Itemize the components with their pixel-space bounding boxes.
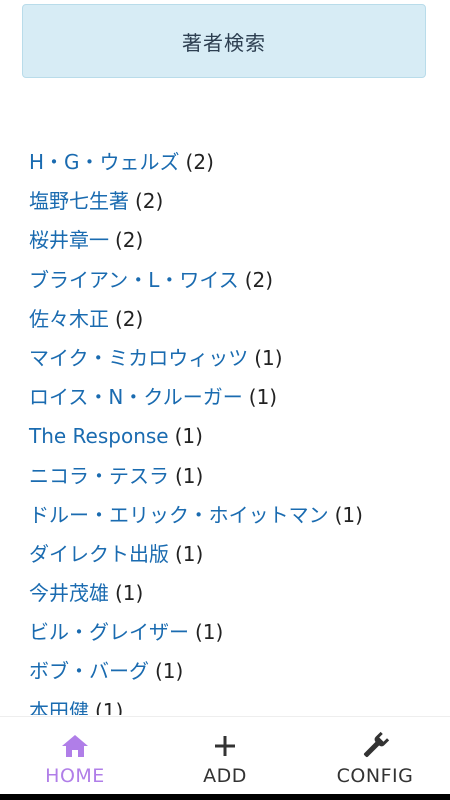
author-name-link[interactable]: ニコラ・テスラ bbox=[29, 464, 169, 488]
author-search-button[interactable]: 著者検索 bbox=[22, 4, 426, 78]
author-list-item[interactable]: 本田健 (1) bbox=[0, 692, 450, 715]
author-book-count: (1) bbox=[174, 424, 203, 449]
author-list-item[interactable]: ブライアン・L・ワイス (2) bbox=[0, 261, 450, 300]
author-search-label: 著者検索 bbox=[182, 30, 266, 55]
author-list-item[interactable]: 塩野七生著 (2) bbox=[0, 182, 450, 221]
author-list-item[interactable]: マイク・ミカロウィッツ (1) bbox=[0, 339, 450, 378]
author-list[interactable]: H・G・ウェルズ (2) 塩野七生著 (2) 桜井章一 (2) ブライアン・L・ワイス… bbox=[0, 143, 450, 715]
author-name-link[interactable]: 佐々木正 bbox=[29, 307, 109, 331]
author-name-link[interactable]: ビル・グレイザー bbox=[29, 620, 189, 644]
author-list-item[interactable]: ビル・グレイザー (1) bbox=[0, 613, 450, 652]
tab-config-label: CONFIG bbox=[336, 765, 414, 787]
author-name-link[interactable]: 本田健 bbox=[29, 699, 89, 715]
author-book-count: (1) bbox=[254, 345, 283, 370]
author-book-count: (1) bbox=[95, 698, 124, 715]
system-bottom-strip bbox=[0, 794, 450, 800]
author-name-link[interactable]: 今井茂雄 bbox=[29, 581, 109, 605]
author-list-item[interactable]: ダイレクト出版 (1) bbox=[0, 535, 450, 574]
author-list-item[interactable]: ロイス・N・クルーガー (1) bbox=[0, 378, 450, 417]
author-name-link[interactable]: 塩野七生著 bbox=[29, 189, 129, 213]
author-name-link[interactable]: マイク・ミカロウィッツ bbox=[29, 346, 248, 370]
author-name-link[interactable]: ブライアン・L・ワイス bbox=[29, 268, 239, 292]
author-name-link[interactable]: ロイス・N・クルーガー bbox=[29, 385, 243, 409]
author-name-link[interactable]: The Response bbox=[29, 424, 169, 448]
author-list-item[interactable]: H・G・ウェルズ (2) bbox=[0, 143, 450, 182]
wrench-icon bbox=[358, 731, 392, 761]
bottom-tab-bar: HOME ADD CONFIG bbox=[0, 716, 450, 794]
author-list-item[interactable]: 佐々木正 (2) bbox=[0, 300, 450, 339]
tab-add[interactable]: ADD bbox=[150, 717, 300, 794]
plus-icon bbox=[208, 731, 242, 761]
home-icon bbox=[58, 731, 92, 761]
author-book-count: (1) bbox=[175, 541, 204, 566]
author-book-count: (1) bbox=[248, 385, 278, 410]
tab-add-label: ADD bbox=[203, 765, 247, 787]
author-name-link[interactable]: ボブ・バーグ bbox=[29, 659, 149, 683]
author-list-item[interactable]: ニコラ・テスラ (1) bbox=[0, 457, 450, 496]
author-name-link[interactable]: ドルー・エリック・ホイットマン bbox=[29, 503, 329, 527]
author-book-count: (2) bbox=[135, 189, 164, 214]
screen: 著者検索 H・G・ウェルズ (2) 塩野七生著 (2) 桜井章一 (2) ブライアン・… bbox=[0, 0, 450, 800]
author-list-item[interactable]: ボブ・バーグ (1) bbox=[0, 652, 450, 691]
tab-home-label: HOME bbox=[45, 765, 105, 787]
author-book-count: (1) bbox=[115, 581, 144, 606]
author-list-item[interactable]: 桜井章一 (2) bbox=[0, 221, 450, 260]
author-book-count: (1) bbox=[155, 659, 184, 684]
author-book-count: (2) bbox=[115, 228, 144, 253]
author-list-item[interactable]: 今井茂雄 (1) bbox=[0, 574, 450, 613]
author-book-count: (2) bbox=[185, 150, 214, 174]
author-book-count: (1) bbox=[175, 463, 204, 488]
author-name-link[interactable]: H・G・ウェルズ bbox=[29, 150, 180, 174]
author-name-link[interactable]: ダイレクト出版 bbox=[29, 542, 169, 566]
author-book-count: (2) bbox=[244, 267, 274, 292]
author-list-item[interactable]: The Response (1) bbox=[0, 417, 450, 456]
tab-home[interactable]: HOME bbox=[0, 717, 150, 794]
author-book-count: (1) bbox=[334, 502, 363, 527]
tab-config[interactable]: CONFIG bbox=[300, 717, 450, 794]
author-book-count: (2) bbox=[115, 306, 144, 331]
author-name-link[interactable]: 桜井章一 bbox=[29, 228, 109, 252]
author-book-count: (1) bbox=[195, 620, 224, 645]
author-list-item[interactable]: ドルー・エリック・ホイットマン (1) bbox=[0, 496, 450, 535]
